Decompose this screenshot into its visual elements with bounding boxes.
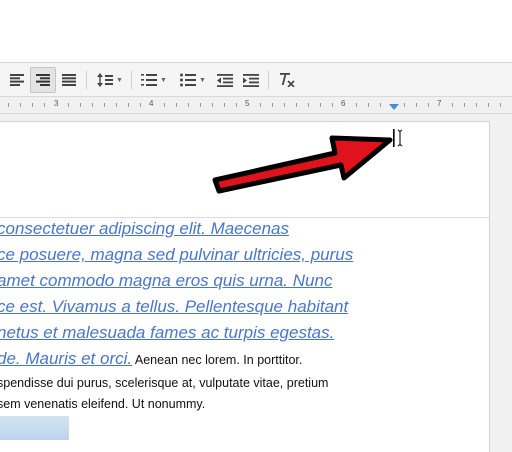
line-spacing-button[interactable]: ▼ [92, 67, 128, 93]
numbered-list-button[interactable]: ▼ [136, 67, 172, 93]
header-divider [0, 217, 489, 218]
chevron-down-icon: ▼ [116, 76, 123, 84]
ruler-number: 4 [149, 99, 154, 108]
clear-formatting-icon [280, 73, 295, 87]
toolbar-separator [86, 71, 87, 89]
line-spacing-icon [97, 73, 114, 87]
decrease-indent-icon [217, 73, 233, 87]
right-indent-marker[interactable] [389, 104, 399, 110]
increase-indent-icon [243, 73, 259, 87]
top-menu-area [0, 0, 512, 63]
bulleted-list-button[interactable]: ▼ [174, 67, 212, 93]
justify-button[interactable] [56, 67, 82, 93]
embedded-image[interactable] [0, 416, 69, 440]
numbered-list-icon [141, 74, 158, 86]
clear-formatting-button[interactable] [274, 67, 300, 93]
ruler-number: 3 [54, 99, 59, 108]
align-left-icon [10, 74, 24, 86]
align-left-button[interactable] [4, 67, 30, 93]
chevron-down-icon: ▼ [160, 76, 167, 84]
hyperlink-text-line[interactable]: consectetuer adipiscing elit. Maecenas [0, 219, 289, 239]
ruler-number: 6 [341, 99, 346, 108]
align-right-icon [36, 74, 50, 86]
horizontal-ruler[interactable]: 3 4 5 6 7 [0, 97, 512, 114]
hyperlink-text-line[interactable]: amet commodo magna eros quis urna. Nunc [0, 271, 332, 291]
hyperlink-text-line[interactable]: de. Mauris et orci. [0, 349, 132, 368]
red-arrow-icon [212, 135, 393, 194]
hyperlink-text-line[interactable]: ce posuere, magna sed pulvinar ultricies… [0, 245, 353, 265]
formatting-toolbar: ▼ ▼ ▼ [0, 63, 512, 97]
decrease-indent-button[interactable] [212, 67, 238, 93]
body-text-line: spendisse dui purus, scelerisque at, vul… [0, 376, 329, 390]
chevron-down-icon: ▼ [199, 76, 206, 84]
body-text-line: sem venenatis eleifend. Ut nonummy. [0, 397, 206, 411]
align-right-button[interactable] [30, 67, 56, 93]
increase-indent-button[interactable] [238, 67, 264, 93]
toolbar-separator [268, 71, 269, 89]
body-text: Aenean nec lorem. In porttitor. [132, 353, 303, 367]
ruler-number: 7 [437, 99, 442, 108]
align-justify-icon [62, 74, 76, 86]
hyperlink-text-line[interactable]: netus et malesuada fames ac turpis egest… [0, 323, 334, 343]
toolbar-separator [131, 71, 132, 89]
ruler-number: 5 [245, 99, 250, 108]
hyperlink-text-line[interactable]: ce est. Vivamus a tellus. Pellentesque h… [0, 297, 348, 317]
bulleted-list-icon [180, 73, 197, 87]
mixed-text-line: de. Mauris et orci. Aenean nec lorem. In… [0, 349, 302, 369]
